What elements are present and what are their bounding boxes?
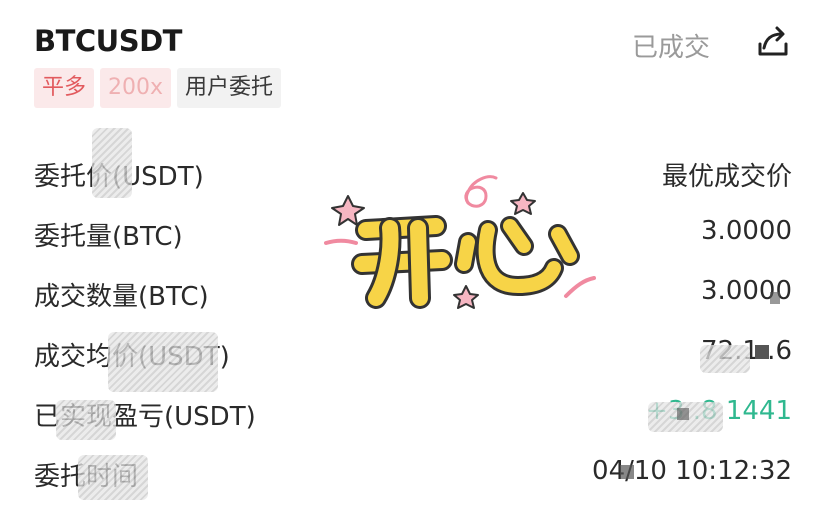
detail-value: 3.0000 — [701, 216, 792, 246]
detail-value: 最优成交价 — [661, 162, 792, 192]
redaction-scribble — [700, 345, 750, 373]
order-status: 已成交 — [631, 33, 710, 63]
detail-label: 成交数量(BTC) — [34, 282, 209, 312]
leverage-tag: 200x — [100, 68, 172, 108]
order-type-tag: 用户委托 — [177, 68, 282, 108]
order-tags: 平多 200x 用户委托 — [34, 68, 282, 108]
order-header: BTCUSDT 已成交 — [34, 22, 794, 63]
side-tag: 平多 — [34, 68, 95, 108]
redaction-scribble — [78, 455, 148, 500]
redaction-pixel — [755, 345, 769, 359]
redaction-pixel — [620, 465, 634, 479]
redaction-pixel — [677, 408, 689, 420]
symbol-title: BTCUSDT — [34, 24, 182, 58]
detail-label: 委托量(BTC) — [34, 222, 183, 252]
redaction-pixel — [770, 292, 780, 304]
redaction-scribble — [108, 332, 218, 392]
redaction-scribble — [56, 400, 116, 440]
happy-sticker — [324, 175, 596, 309]
share-button[interactable] — [752, 22, 794, 62]
redaction-scribble — [92, 128, 132, 198]
share-icon — [758, 26, 788, 56]
